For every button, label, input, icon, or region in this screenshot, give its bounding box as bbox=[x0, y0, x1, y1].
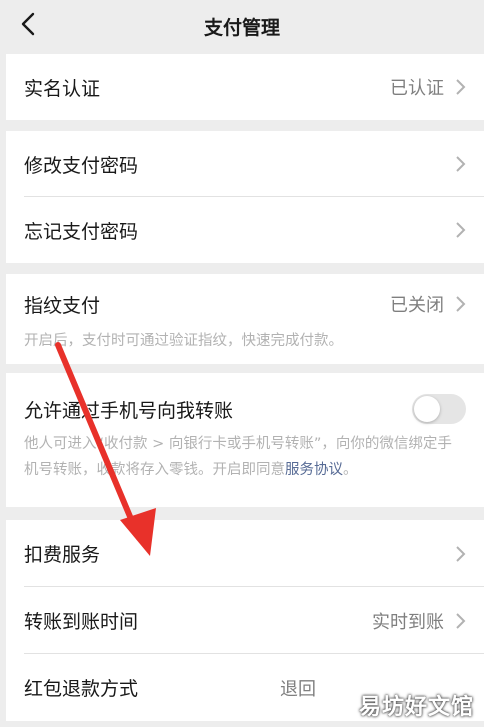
phone-transfer-label: 允许通过手机号向我转账 bbox=[24, 399, 234, 422]
watermark: 易坊好文馆 bbox=[358, 695, 474, 720]
chevron-right-icon bbox=[456, 156, 466, 172]
chevron-right-icon bbox=[456, 612, 466, 629]
phone-transfer-row: 允许通过手机号向我转账 bbox=[6, 373, 484, 445]
deduction-service-label: 扣费服务 bbox=[24, 544, 101, 566]
description-end: 。 bbox=[343, 462, 358, 478]
nav-bar: 支付管理 bbox=[0, 0, 484, 52]
refund-method-value: 退回 bbox=[280, 678, 316, 700]
deduction-service-row[interactable]: 扣费服务 bbox=[6, 520, 484, 587]
service-agreement-link[interactable]: 服务协议 bbox=[285, 462, 343, 478]
fingerprint-label: 指纹支付 bbox=[24, 294, 101, 317]
realname-group: 实名认证 已认证 bbox=[6, 54, 484, 120]
chevron-right-icon bbox=[456, 79, 466, 95]
change-password-label: 修改支付密码 bbox=[24, 154, 139, 177]
phone-transfer-toggle[interactable] bbox=[412, 394, 466, 424]
change-password-row[interactable]: 修改支付密码 bbox=[6, 131, 484, 197]
refund-method-label: 红包退款方式 bbox=[24, 678, 139, 700]
fingerprint-group: 指纹支付 已关闭 开启后，支付时可通过验证指纹，快速完成付款。 bbox=[6, 274, 484, 364]
password-group: 修改支付密码 忘记支付密码 bbox=[6, 131, 484, 263]
forgot-password-row[interactable]: 忘记支付密码 bbox=[6, 197, 484, 263]
toggle-knob bbox=[414, 396, 440, 422]
phone-transfer-group: 允许通过手机号向我转账 他人可进入“收付款 > 向银行卡或手机号转账”，向你的微… bbox=[6, 373, 484, 507]
fingerprint-status: 已关闭 bbox=[390, 295, 444, 316]
chevron-right-icon bbox=[456, 296, 466, 312]
fingerprint-row[interactable]: 指纹支付 已关闭 bbox=[6, 274, 484, 334]
realname-label: 实名认证 bbox=[24, 77, 101, 100]
realname-row[interactable]: 实名认证 已认证 bbox=[6, 54, 484, 120]
realname-status: 已认证 bbox=[390, 78, 444, 99]
chevron-right-icon bbox=[456, 545, 466, 562]
chevron-right-icon bbox=[456, 222, 466, 238]
arrival-time-label: 转账到账时间 bbox=[24, 611, 139, 633]
forgot-password-label: 忘记支付密码 bbox=[24, 220, 139, 243]
arrival-time-row[interactable]: 转账到账时间 实时到账 bbox=[6, 587, 484, 654]
arrival-time-value: 实时到账 bbox=[372, 611, 444, 633]
page-title: 支付管理 bbox=[203, 17, 280, 39]
